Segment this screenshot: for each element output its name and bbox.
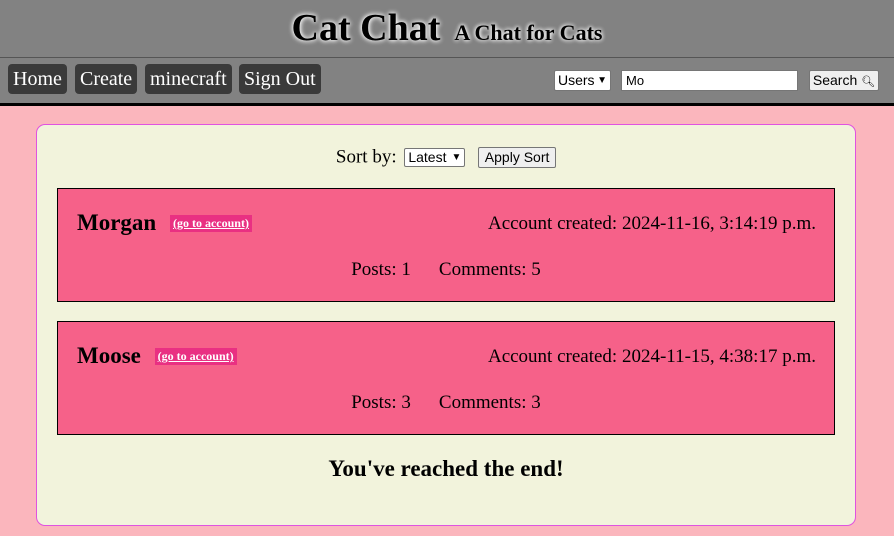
sort-select[interactable]: Latest ▼ bbox=[404, 148, 466, 168]
sort-select-value: Latest bbox=[408, 149, 447, 166]
end-of-results-message: You've reached the end! bbox=[328, 456, 564, 481]
site-title: Cat Chat A Chat for Cats bbox=[0, 6, 894, 50]
account-created-date: Account created: 2024-11-16, 3:14:19 p.m… bbox=[487, 213, 816, 234]
post-count: Posts: 1 bbox=[351, 259, 411, 280]
account-created-date: Account created: 2024-11-15, 4:38:17 p.m… bbox=[487, 346, 816, 367]
magnifier-icon: 🔍︎ bbox=[861, 76, 876, 88]
site-header: Cat Chat A Chat for Cats bbox=[0, 0, 894, 57]
user-result-card: Moose (go to account) Account created: 2… bbox=[57, 321, 835, 435]
nav-create-link[interactable]: Create bbox=[75, 64, 138, 94]
site-title-main: Cat Chat bbox=[291, 7, 441, 49]
user-name: Morgan bbox=[77, 210, 157, 235]
nav-home-link[interactable]: Home bbox=[8, 64, 67, 94]
user-stats: Posts: 3 Comments: 3 bbox=[58, 392, 834, 414]
search-input[interactable]: Mo bbox=[621, 70, 798, 91]
search-button[interactable]: Search 🔍︎ bbox=[809, 70, 879, 91]
search-type-select[interactable]: Users ▼ bbox=[554, 70, 611, 91]
nav-bar: Home Create minecraft Sign Out Users ▼ M… bbox=[0, 57, 894, 106]
sort-label: Sort by: bbox=[335, 146, 397, 168]
go-to-account-link[interactable]: (go to account) bbox=[154, 348, 237, 365]
apply-sort-button[interactable]: Apply Sort bbox=[478, 147, 557, 169]
site-subtitle: A Chat for Cats bbox=[454, 20, 603, 45]
go-to-account-link[interactable]: (go to account) bbox=[169, 215, 252, 232]
post-count: Posts: 3 bbox=[351, 392, 411, 413]
results-panel: Sort by: Latest ▼ Apply Sort Morgan (go … bbox=[36, 124, 856, 526]
nav-account-link[interactable]: minecraft bbox=[145, 64, 232, 94]
chevron-down-icon: ▼ bbox=[451, 152, 462, 164]
user-stats: Posts: 1 Comments: 5 bbox=[58, 259, 834, 281]
user-result-card: Morgan (go to account) Account created: … bbox=[57, 188, 835, 302]
sort-controls: Sort by: Latest ▼ Apply Sort bbox=[37, 146, 855, 169]
user-name: Moose bbox=[77, 343, 141, 368]
chevron-down-icon: ▼ bbox=[597, 75, 607, 86]
comment-count: Comments: 5 bbox=[438, 259, 541, 280]
search-type-value: Users bbox=[558, 72, 595, 88]
nav-sign-out-link[interactable]: Sign Out bbox=[239, 64, 321, 94]
user-result-heading: Morgan (go to account) bbox=[77, 210, 252, 236]
comment-count: Comments: 3 bbox=[438, 392, 541, 413]
user-result-heading: Moose (go to account) bbox=[77, 343, 237, 369]
search-button-label: Search bbox=[812, 72, 858, 88]
